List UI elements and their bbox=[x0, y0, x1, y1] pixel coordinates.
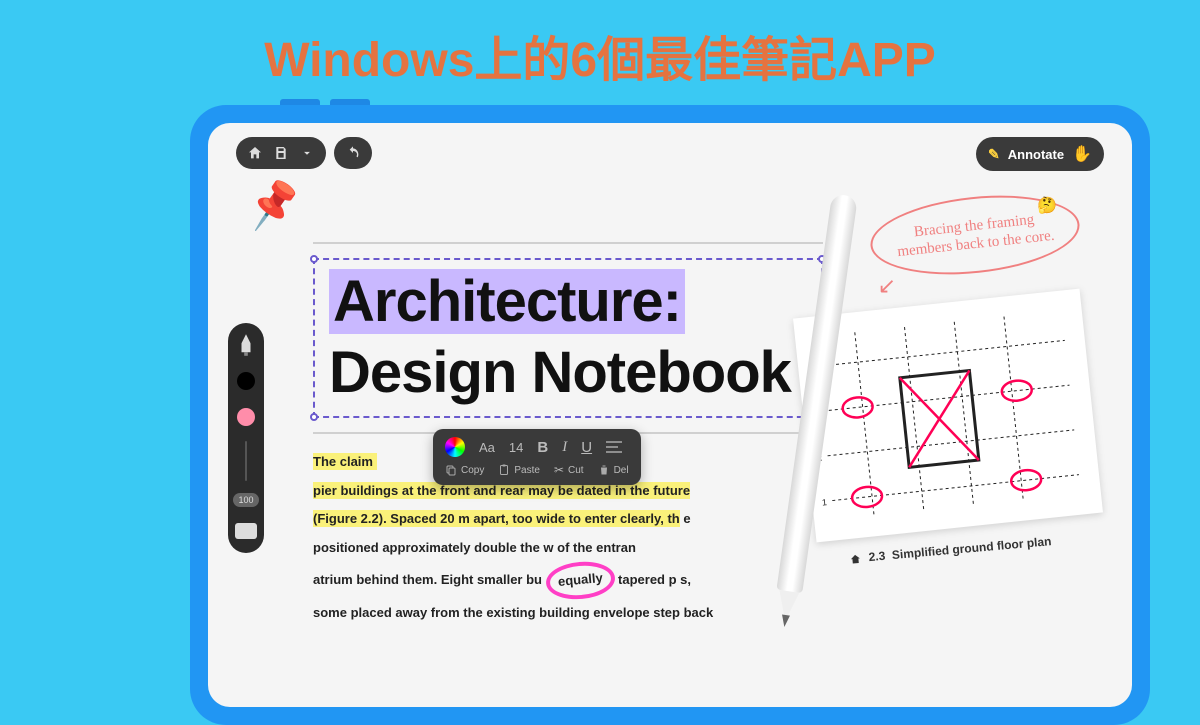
para-text: e bbox=[683, 511, 690, 526]
eraser-icon[interactable] bbox=[234, 519, 258, 543]
delete-button[interactable]: Del bbox=[598, 464, 629, 476]
font-family-button[interactable]: Aa bbox=[479, 440, 495, 455]
nav-pill bbox=[236, 137, 326, 169]
color-black[interactable] bbox=[234, 369, 258, 393]
topbar-left bbox=[236, 137, 372, 169]
figure-caption: 2.3 Simplified ground floor plan bbox=[849, 534, 1052, 566]
italic-button[interactable]: I bbox=[562, 439, 567, 456]
para-text: some placed away from the existing build… bbox=[313, 605, 713, 620]
page-headline: Windows上的6個最佳筆記APP bbox=[0, 20, 1200, 90]
thinking-emoji-icon: 🤔 bbox=[1037, 195, 1057, 215]
volume-button-2 bbox=[330, 99, 370, 105]
topbar-right: ✎ Annotate ✋ bbox=[976, 137, 1104, 171]
para-text: tapered p bbox=[618, 572, 677, 587]
pink-circle-annotation: equally bbox=[544, 559, 616, 601]
font-size-button[interactable]: 14 bbox=[509, 440, 523, 455]
tablet-frame: ✎ Annotate ✋ 100 📌 bbox=[190, 105, 1150, 725]
annotate-button[interactable]: ✎ Annotate ✋ bbox=[976, 137, 1104, 171]
pen-tool-icon[interactable] bbox=[234, 333, 258, 357]
pushpin-icon: 📌 bbox=[244, 177, 304, 234]
delete-label: Del bbox=[614, 465, 629, 476]
underline-button[interactable]: U bbox=[581, 439, 592, 456]
text-format-toolbar: Aa 14 B I U Copy Paste ✂ bbox=[433, 429, 641, 485]
house-icon bbox=[849, 553, 862, 566]
pencil-icon: ✎ bbox=[988, 146, 1000, 163]
para-text: s, bbox=[680, 572, 691, 587]
color-picker-icon[interactable] bbox=[445, 437, 465, 457]
bubble-arrow-icon: ↙ bbox=[878, 273, 896, 299]
para-text: The claim bbox=[313, 453, 377, 470]
para-text: (Figure 2.2). Spaced 20 m apart, too wid… bbox=[313, 510, 680, 527]
note-content: Architecture: Design Notebook The claim … bbox=[313, 228, 823, 628]
svg-text:1: 1 bbox=[821, 497, 827, 507]
save-icon[interactable] bbox=[272, 144, 290, 162]
paste-button[interactable]: Paste bbox=[498, 464, 540, 476]
opacity-badge: 100 bbox=[233, 493, 258, 507]
annotate-label: Annotate bbox=[1008, 147, 1064, 162]
caption-number: 2.3 bbox=[868, 549, 886, 564]
annotation-bubble[interactable]: Bracing the framing members back to the … bbox=[867, 186, 1084, 284]
para-text: of the entran bbox=[557, 540, 636, 555]
bubble-text: Bracing the framing members back to the … bbox=[889, 208, 1062, 262]
undo-pill bbox=[334, 137, 372, 169]
color-pink[interactable] bbox=[234, 405, 258, 429]
title-line-2[interactable]: Design Notebook bbox=[329, 339, 807, 406]
chevron-down-icon[interactable] bbox=[298, 144, 316, 162]
title-line-1[interactable]: Architecture: bbox=[329, 269, 685, 334]
align-icon[interactable] bbox=[606, 440, 622, 454]
hand-icon[interactable]: ✋ bbox=[1072, 144, 1092, 164]
para-text: atrium behind them. Eight smaller bu bbox=[313, 572, 542, 587]
resize-handle-tl[interactable] bbox=[310, 255, 318, 263]
divider-top bbox=[313, 242, 823, 244]
para-text: positioned approximately double the w bbox=[313, 540, 554, 555]
slider-track[interactable] bbox=[245, 441, 247, 481]
copy-label: Copy bbox=[461, 465, 484, 476]
volume-button-1 bbox=[280, 99, 320, 105]
resize-handle-bl[interactable] bbox=[310, 413, 318, 421]
cut-label: Cut bbox=[568, 465, 584, 476]
copy-button[interactable]: Copy bbox=[445, 464, 484, 476]
tablet-screen: ✎ Annotate ✋ 100 📌 bbox=[208, 123, 1132, 707]
paste-label: Paste bbox=[514, 465, 540, 476]
undo-icon[interactable] bbox=[344, 144, 362, 162]
bold-button[interactable]: B bbox=[537, 439, 548, 456]
side-toolbar: 100 bbox=[228, 323, 264, 553]
home-icon[interactable] bbox=[246, 144, 264, 162]
caption-text: Simplified ground floor plan bbox=[892, 534, 1053, 562]
cut-button[interactable]: ✂ Cut bbox=[554, 463, 584, 477]
title-selection-box[interactable]: Architecture: Design Notebook bbox=[313, 258, 823, 418]
